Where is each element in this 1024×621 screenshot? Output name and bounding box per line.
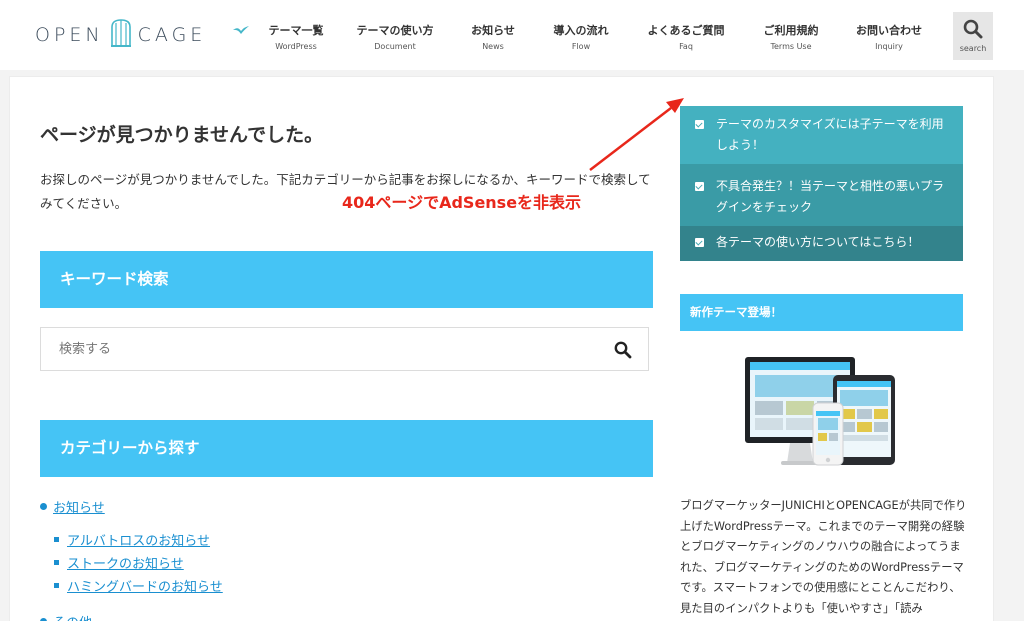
site-header: OPEN CAGE テーマ一覧 WordPress テーマの使い方 Docume… — [0, 0, 1024, 70]
category-label: その他 — [53, 612, 92, 621]
checkbox-icon — [695, 120, 704, 129]
category-heading: カテゴリーから探す — [40, 420, 653, 477]
category-child-stork[interactable]: ストークのお知らせ — [54, 551, 640, 574]
cage-icon — [110, 18, 132, 52]
category-label: アルバトロスのお知らせ — [67, 534, 211, 549]
sidebar-link-box: テーマのカスタマイズには子テーマを利用しよう！ 不具合発生？！当テーマと相性の悪… — [680, 106, 963, 261]
checkbox-icon — [695, 182, 704, 191]
sidebar-link-label: 各テーマの使い方についてはこちら！ — [716, 235, 920, 249]
logo-text-open: OPEN — [35, 24, 104, 46]
nav-label: 導入の流れ — [553, 24, 609, 37]
sidebar-link-howto[interactable]: 各テーマの使い方についてはこちら！ — [680, 226, 963, 261]
category-list: お知らせ アルバトロスのお知らせ ストークのお知らせ ハミングバードのお知らせ … — [40, 496, 640, 621]
nav-label: よくあるご質問 — [647, 24, 725, 37]
category-item-other[interactable]: その他 — [40, 611, 640, 621]
nav-sublabel: News — [482, 42, 504, 51]
search-input[interactable] — [41, 328, 581, 370]
nav-sublabel: Flow — [571, 42, 591, 51]
nav-label: ご利用規約 — [763, 24, 819, 37]
nav-item-news[interactable]: お知らせ News — [450, 22, 536, 51]
nav-sublabel: Document — [374, 42, 416, 51]
logo-text-cage: CAGE — [137, 24, 207, 46]
annotation-text: 404ページでAdSenseを非表示 — [342, 193, 582, 212]
search-button-label: search — [959, 44, 987, 53]
category-label: ハミングバードのお知らせ — [67, 580, 223, 595]
sidebar-link-label: テーマのカスタマイズには子テーマを利用しよう！ — [716, 117, 944, 152]
nav-item-inquiry[interactable]: お問い合わせ Inquiry — [836, 22, 942, 51]
sidebar-link-label: 不具合発生？！当テーマと相性の悪いプラグインをチェック — [716, 179, 945, 214]
category-child-albatross[interactable]: アルバトロスのお知らせ — [54, 528, 640, 551]
category-child-hummingbird[interactable]: ハミングバードのお知らせ — [54, 574, 640, 597]
nav-sublabel: Terms Use — [770, 42, 812, 51]
new-theme-heading: 新作テーマ登場！ — [680, 294, 963, 331]
search-icon[interactable] — [614, 341, 632, 363]
global-nav: テーマ一覧 WordPress テーマの使い方 Document お知らせ Ne… — [252, 22, 942, 51]
nav-label: お問い合わせ — [856, 24, 922, 37]
new-theme-description: ブログマーケッターJUNICHIとOPENCAGEが共同で作り上げたWordPr… — [680, 499, 967, 615]
keyword-search-form — [40, 327, 649, 371]
category-label: お知らせ — [53, 500, 105, 516]
nav-sublabel: WordPress — [275, 42, 317, 51]
page-title: ページが見つかりませんでした。 — [40, 124, 324, 146]
sidebar-link-child-theme[interactable]: テーマのカスタマイズには子テーマを利用しよう！ — [680, 106, 963, 164]
category-label: ストークのお知らせ — [67, 557, 184, 572]
bird-icon — [233, 20, 249, 39]
nav-label: テーマ一覧 — [268, 24, 324, 37]
theme-devices-image[interactable] — [745, 355, 900, 477]
site-logo[interactable]: OPEN CAGE — [35, 18, 249, 52]
nav-sublabel: Faq — [679, 42, 693, 51]
keyword-search-heading: キーワード検索 — [40, 251, 653, 308]
nav-label: お知らせ — [471, 24, 515, 37]
nav-item-faq[interactable]: よくあるご質問 Faq — [626, 22, 746, 51]
sidebar-link-plugin-check[interactable]: 不具合発生？！当テーマと相性の悪いプラグインをチェック — [680, 164, 963, 226]
nav-item-flow[interactable]: 導入の流れ Flow — [536, 22, 626, 51]
nav-item-themes[interactable]: テーマ一覧 WordPress — [252, 22, 340, 51]
bullet-icon — [54, 583, 59, 588]
bullet-icon — [40, 502, 47, 510]
nav-label: テーマの使い方 — [356, 24, 434, 37]
nav-sublabel: Inquiry — [875, 42, 903, 51]
bullet-icon — [54, 537, 59, 542]
checkbox-icon — [695, 238, 704, 247]
nav-item-document[interactable]: テーマの使い方 Document — [340, 22, 450, 51]
header-search-button[interactable]: search — [953, 12, 993, 60]
search-icon — [963, 19, 983, 39]
bullet-icon — [40, 617, 47, 621]
category-item-news[interactable]: お知らせ — [40, 496, 640, 516]
bullet-icon — [54, 560, 59, 565]
nav-item-terms[interactable]: ご利用規約 Terms Use — [746, 22, 836, 51]
